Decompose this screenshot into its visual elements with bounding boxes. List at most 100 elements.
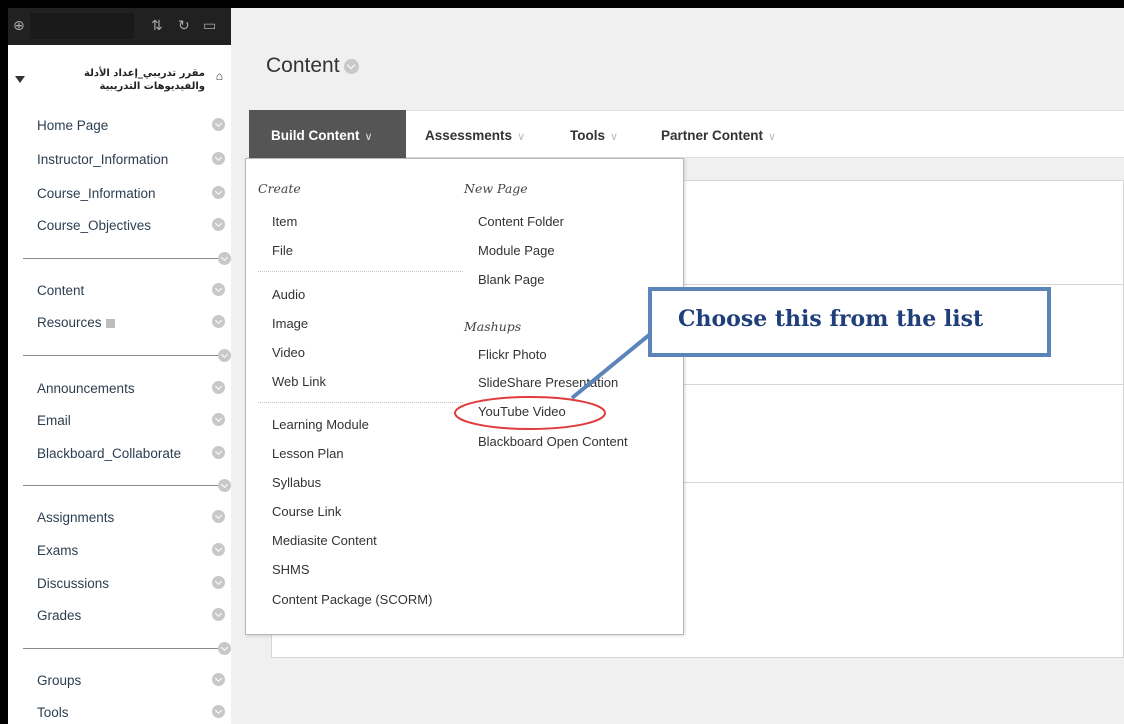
chevron-down-icon[interactable] xyxy=(212,315,225,328)
folder-icon[interactable]: ▭ xyxy=(203,17,216,33)
sidebar-item-course-objectives[interactable]: Course_Objectives xyxy=(8,212,231,240)
assessments-button[interactable]: Assessments ∨ xyxy=(425,128,525,143)
menu-item-syllabus[interactable]: Syllabus xyxy=(272,475,321,490)
new-page-heading: New Page xyxy=(464,181,528,196)
sidebar-item-label: Groups xyxy=(37,673,82,688)
menu-separator xyxy=(258,271,463,272)
sidebar-item-grades[interactable]: Grades xyxy=(8,602,231,630)
home-icon: ⌂ xyxy=(215,69,223,83)
menu-separator xyxy=(258,402,463,403)
chevron-down-icon[interactable] xyxy=(212,413,225,426)
menu-item-image[interactable]: Image xyxy=(272,316,308,331)
chevron-down-icon[interactable] xyxy=(212,510,225,523)
sidebar-item-label: Home Page xyxy=(37,118,109,133)
chevron-down-icon[interactable] xyxy=(212,446,225,459)
create-heading: Create xyxy=(258,181,301,196)
sidebar-item-announcements[interactable]: Announcements xyxy=(8,375,231,403)
sidebar-item-tools[interactable]: Tools xyxy=(8,699,231,724)
chevron-down-icon: ∨ xyxy=(517,131,526,143)
partner-content-label: Partner Content xyxy=(661,128,764,143)
sidebar-item-groups[interactable]: Groups xyxy=(8,667,231,695)
sidebar-item-label: Tools xyxy=(37,705,69,720)
action-bar: Build Content ∨ Assessments ∨ Tools ∨ Partn… xyxy=(249,110,1124,159)
partner-content-button[interactable]: Partner Content ∨ xyxy=(661,128,776,143)
chevron-down-icon[interactable] xyxy=(212,705,225,718)
menu-item-mediasite-content[interactable]: Mediasite Content xyxy=(272,533,377,548)
course-title-block[interactable]: ⌂ مقرر تدريبي_إعداد الأدلة والفيديوهات ا… xyxy=(8,45,231,97)
sidebar-divider xyxy=(23,479,231,492)
sidebar-item-email[interactable]: Email xyxy=(8,407,231,435)
drop-target-placeholder xyxy=(681,554,733,606)
sidebar-item-label: Assignments xyxy=(37,510,115,525)
menu-item-content-package-scorm[interactable]: Content Package (SCORM) xyxy=(272,592,432,607)
screen-frame: ⊕ ⇅ ↻ ▭ ⌂ مقرر تدريبي_إعداد الأدلة والفي… xyxy=(8,8,1124,724)
menu-item-audio[interactable]: Audio xyxy=(272,287,305,302)
assessments-label: Assessments xyxy=(425,128,513,143)
sidebar-item-label: Content xyxy=(37,283,85,298)
build-content-label: Build Content xyxy=(271,128,360,143)
build-content-menu: Create Item File Audio Image Video Web L… xyxy=(245,158,684,635)
menu-item-web-link[interactable]: Web Link xyxy=(272,374,326,389)
sort-icon[interactable]: ⇅ xyxy=(151,17,163,33)
sidebar-item-content[interactable]: Content xyxy=(8,277,231,305)
chevron-down-icon[interactable] xyxy=(212,283,225,296)
sidebar-item-resources[interactable]: Resources xyxy=(8,309,231,337)
sidebar-item-course-information[interactable]: Course_Information xyxy=(8,180,231,208)
menu-item-slideshare-presentation[interactable]: SlideShare Presentation xyxy=(478,375,618,390)
chevron-down-icon[interactable] xyxy=(218,252,231,265)
menu-item-course-link[interactable]: Course Link xyxy=(272,504,341,519)
chevron-down-icon[interactable] xyxy=(212,186,225,199)
menu-item-flickr-photo[interactable]: Flickr Photo xyxy=(478,347,547,362)
sidebar-item-assignments[interactable]: Assignments xyxy=(8,504,231,532)
menu-item-youtube-video[interactable]: YouTube Video xyxy=(478,404,566,419)
chevron-down-icon[interactable] xyxy=(218,349,231,362)
refresh-icon[interactable]: ↻ xyxy=(178,17,190,33)
sidebar-toolbar: ⊕ ⇅ ↻ ▭ xyxy=(8,8,231,45)
chevron-down-icon[interactable] xyxy=(212,218,225,231)
page-title-text: Content xyxy=(266,54,340,77)
chevron-down-icon[interactable] xyxy=(212,543,225,556)
sidebar-divider xyxy=(23,252,231,265)
course-title[interactable]: مقرر تدريبي_إعداد الأدلة والفيديوهات الت… xyxy=(34,67,205,93)
chevron-down-icon[interactable] xyxy=(212,152,225,165)
menu-item-content-folder[interactable]: Content Folder xyxy=(478,214,564,229)
chevron-down-icon[interactable] xyxy=(212,608,225,621)
sidebar-item-blackboard-collaborate[interactable]: Blackboard_Collaborate xyxy=(8,440,231,468)
menu-item-lesson-plan[interactable]: Lesson Plan xyxy=(272,446,344,461)
menu-item-item[interactable]: Item xyxy=(272,214,297,229)
callout-text: Choose this from the list xyxy=(678,306,984,332)
plus-circle-icon[interactable]: ⊕ xyxy=(13,17,25,33)
menu-item-module-page[interactable]: Module Page xyxy=(478,243,555,258)
sidebar-item-home-page[interactable]: Home Page xyxy=(8,112,231,140)
sidebar-item-label: Resources xyxy=(37,315,102,330)
tools-button[interactable]: Tools ∨ xyxy=(570,128,618,143)
chevron-down-icon[interactable] xyxy=(212,118,225,131)
mashups-heading: Mashups xyxy=(464,319,522,334)
sidebar-toolbar-search-area[interactable] xyxy=(30,13,134,39)
menu-item-learning-module[interactable]: Learning Module xyxy=(272,417,369,432)
chevron-down-icon[interactable] xyxy=(212,673,225,686)
menu-item-blank-page[interactable]: Blank Page xyxy=(478,272,545,287)
menu-item-blackboard-open-content[interactable]: Blackboard Open Content xyxy=(478,434,628,449)
chevron-down-icon[interactable] xyxy=(218,642,231,655)
chevron-down-icon[interactable] xyxy=(343,58,359,74)
chevron-down-icon[interactable] xyxy=(212,576,225,589)
sidebar-item-discussions[interactable]: Discussions xyxy=(8,570,231,598)
menu-item-video[interactable]: Video xyxy=(272,345,305,360)
build-content-button[interactable]: Build Content ∨ xyxy=(249,110,406,159)
collapse-caret-icon[interactable] xyxy=(15,76,25,83)
sidebar-item-instructor-information[interactable]: Instructor_Information xyxy=(8,146,231,174)
menu-item-shms[interactable]: SHMS xyxy=(272,562,310,577)
instruction-callout: Choose this from the list xyxy=(648,287,1051,357)
hidden-item-icon xyxy=(105,318,115,328)
sidebar-divider xyxy=(23,642,231,655)
page-title: Content xyxy=(266,54,359,78)
menu-item-file[interactable]: File xyxy=(272,243,293,258)
sidebar-item-exams[interactable]: Exams xyxy=(8,537,231,565)
sidebar-divider xyxy=(23,349,231,362)
chevron-down-icon[interactable] xyxy=(212,381,225,394)
sidebar-item-label: Email xyxy=(37,413,71,428)
sidebar-item-label: Instructor_Information xyxy=(37,152,169,167)
chevron-down-icon: ∨ xyxy=(768,131,777,143)
chevron-down-icon[interactable] xyxy=(218,479,231,492)
